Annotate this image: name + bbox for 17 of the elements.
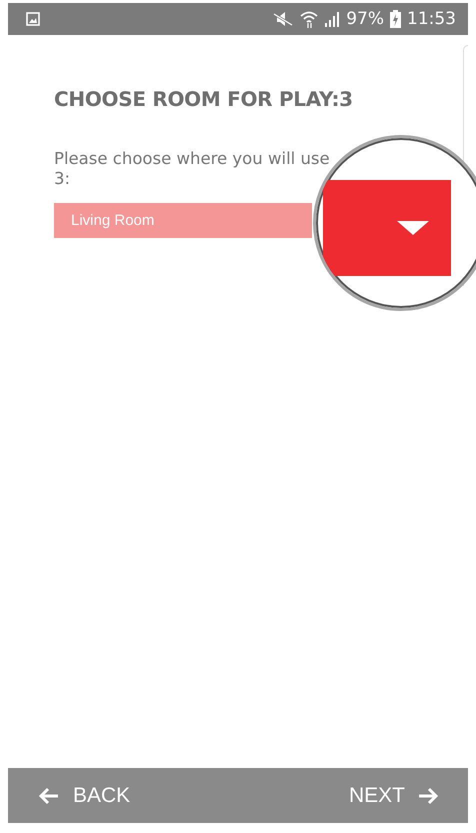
battery-percentage: 97%: [346, 9, 384, 29]
caret-icon: [397, 221, 429, 235]
page-title: CHOOSE ROOM FOR PLAY:3: [54, 87, 353, 111]
back-button[interactable]: BACK: [38, 778, 130, 814]
room-dropdown[interactable]: Living Room: [54, 203, 312, 238]
right-arrow-icon: [419, 786, 440, 804]
battery-charging-icon: [390, 10, 401, 28]
next-button[interactable]: NEXT: [348, 778, 440, 814]
left-arrow-icon: [38, 786, 59, 804]
prompt-text: Please choose where you will use: [54, 149, 330, 169]
prompt-text: 3:: [54, 169, 70, 189]
mute-icon: [272, 11, 294, 27]
wifi-icon: [300, 10, 318, 28]
signal-icon: [324, 11, 340, 27]
clock-time: 11:53: [407, 9, 456, 29]
dropdown-button[interactable]: [323, 180, 451, 276]
image-notification-icon: [26, 12, 40, 26]
